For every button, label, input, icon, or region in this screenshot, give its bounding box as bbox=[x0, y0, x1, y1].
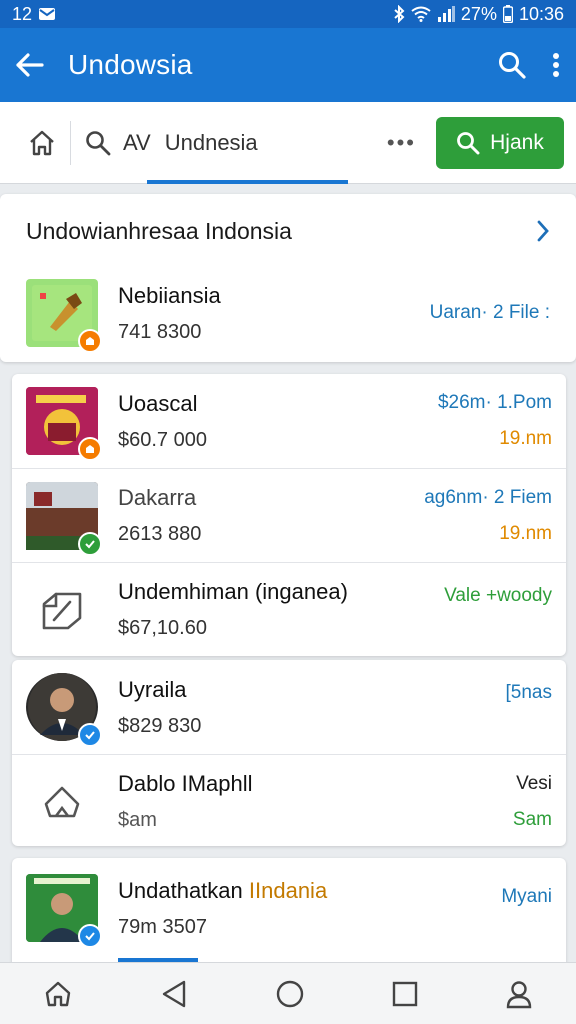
wifi-icon bbox=[411, 6, 431, 22]
results-card: Uyraila $829 830 [5nas Dablo IMaphll $am… bbox=[12, 660, 566, 846]
list-item[interactable]: Nebiiansia 741 8300 Uaran· 2 File : bbox=[0, 268, 576, 358]
search-toolbar: AV Undnesia ••• Hjank bbox=[0, 102, 576, 184]
check-icon bbox=[85, 539, 95, 548]
back-arrow-icon[interactable] bbox=[16, 53, 44, 77]
bottom-navigation bbox=[0, 962, 576, 1024]
item-name: Uoascal bbox=[118, 390, 198, 416]
item-name: Undathatkan IIndania bbox=[118, 878, 327, 904]
item-thumbnail bbox=[26, 387, 102, 461]
tab-active[interactable]: Undnesia bbox=[146, 102, 348, 184]
avatar bbox=[26, 673, 102, 747]
signal-icon bbox=[437, 6, 455, 22]
item-value: $60.7 000 bbox=[118, 428, 207, 451]
item-name: Undemhiman (inganea) bbox=[118, 579, 348, 604]
item-value: 2613 880 bbox=[118, 523, 202, 545]
home-circle-icon[interactable] bbox=[275, 979, 305, 1009]
more-options-button[interactable]: ••• bbox=[387, 130, 416, 156]
item-value: $67,10.60 bbox=[118, 617, 207, 639]
status-bar: 12 27% 10:36 bbox=[0, 0, 576, 28]
list-item[interactable]: Dakarra 2613 880 ag6nm· 2 Fiem 19.nm bbox=[12, 468, 566, 562]
item-meta: Vesi bbox=[516, 772, 552, 794]
item-value: 79m 3507 bbox=[118, 915, 207, 938]
page-title: Undowsia bbox=[68, 49, 193, 80]
profile-icon[interactable] bbox=[505, 979, 533, 1009]
item-value: 741 8300 bbox=[118, 320, 202, 343]
section-card: Undowianhresaa Indonsia Nebiiansia 741 8… bbox=[0, 194, 576, 362]
tag-icon bbox=[86, 445, 94, 453]
item-meta: $26m· 1.Pom bbox=[437, 392, 552, 413]
status-badge bbox=[78, 437, 102, 461]
verified-badge bbox=[78, 924, 102, 948]
battery-icon bbox=[502, 5, 513, 23]
list-item[interactable]: Undemhiman (inganea) $67,10.60 Vale +woo… bbox=[12, 562, 566, 656]
bluetooth-icon bbox=[393, 5, 405, 23]
search-action-label: Hjank bbox=[490, 130, 544, 154]
item-meta-secondary: 19.nm bbox=[499, 428, 552, 449]
item-name: Dablo IMaphll bbox=[118, 771, 253, 796]
item-meta-secondary: Sam bbox=[512, 808, 552, 830]
results-card: Undathatkan IIndania 79m 3507 Myani bbox=[12, 858, 566, 968]
avatar bbox=[26, 874, 102, 948]
section-header[interactable]: Undowianhresaa Indonsia bbox=[0, 194, 576, 268]
item-meta: Uaran· 2 File : bbox=[429, 302, 550, 323]
search-icon bbox=[456, 131, 480, 155]
item-thumbnail bbox=[26, 279, 102, 353]
item-name: Uyraila bbox=[118, 676, 187, 702]
item-value: $am bbox=[118, 809, 157, 831]
search-icon[interactable] bbox=[498, 51, 526, 79]
item-meta: [5nas bbox=[505, 682, 552, 703]
list-item[interactable]: Dablo IMaphll $am Vesi Sam bbox=[12, 754, 566, 848]
status-badge bbox=[78, 329, 102, 353]
item-meta: ag6nm· 2 Fiem bbox=[424, 486, 552, 508]
search-query[interactable]: AV bbox=[123, 130, 151, 156]
verified-badge bbox=[78, 531, 102, 556]
item-name: Nebiiansia bbox=[118, 282, 221, 308]
item-meta: Vale +woody bbox=[444, 585, 552, 606]
divider bbox=[70, 120, 71, 165]
tag-icon bbox=[86, 337, 94, 345]
item-thumbnail bbox=[26, 481, 102, 556]
search-action-button[interactable]: Hjank bbox=[436, 116, 564, 169]
back-triangle-icon[interactable] bbox=[160, 979, 188, 1009]
item-name-primary: Undathatkan bbox=[118, 877, 243, 903]
item-name: Dakarra bbox=[118, 485, 197, 510]
status-clock: 10:36 bbox=[518, 3, 564, 24]
check-icon bbox=[85, 731, 95, 740]
app-bar: Undowsia bbox=[0, 28, 576, 102]
home-outline-icon bbox=[26, 768, 98, 836]
list-item[interactable]: Uoascal $60.7 000 $26m· 1.Pom 19.nm bbox=[12, 374, 566, 468]
chevron-right-icon[interactable] bbox=[536, 220, 550, 242]
list-item[interactable]: Uyraila $829 830 [5nas bbox=[12, 660, 566, 754]
battery-percent: 27% bbox=[460, 3, 497, 24]
mail-notification-icon bbox=[38, 7, 56, 21]
status-time: 12 bbox=[12, 3, 33, 24]
item-meta: Myani bbox=[501, 886, 552, 907]
overflow-menu-icon[interactable] bbox=[552, 52, 560, 78]
search-icon[interactable] bbox=[85, 130, 111, 156]
verified-badge bbox=[78, 723, 102, 747]
results-card: Uoascal $60.7 000 $26m· 1.Pom 19.nm Daka… bbox=[12, 374, 566, 656]
tag-icon bbox=[26, 576, 98, 644]
item-value: $829 830 bbox=[118, 714, 202, 737]
tab-indicator bbox=[146, 179, 348, 184]
list-item[interactable]: Undathatkan IIndania 79m 3507 Myani bbox=[12, 858, 566, 958]
recents-square-icon[interactable] bbox=[392, 981, 418, 1007]
check-icon bbox=[85, 932, 95, 941]
section-title: Undowianhresaa Indonsia bbox=[26, 217, 292, 244]
tab-label: Undnesia bbox=[164, 129, 258, 155]
item-meta-secondary: 19.nm bbox=[499, 522, 552, 544]
home-nav-icon[interactable] bbox=[43, 979, 73, 1009]
home-icon[interactable] bbox=[28, 129, 56, 157]
item-name-highlight: IIndania bbox=[248, 877, 328, 903]
